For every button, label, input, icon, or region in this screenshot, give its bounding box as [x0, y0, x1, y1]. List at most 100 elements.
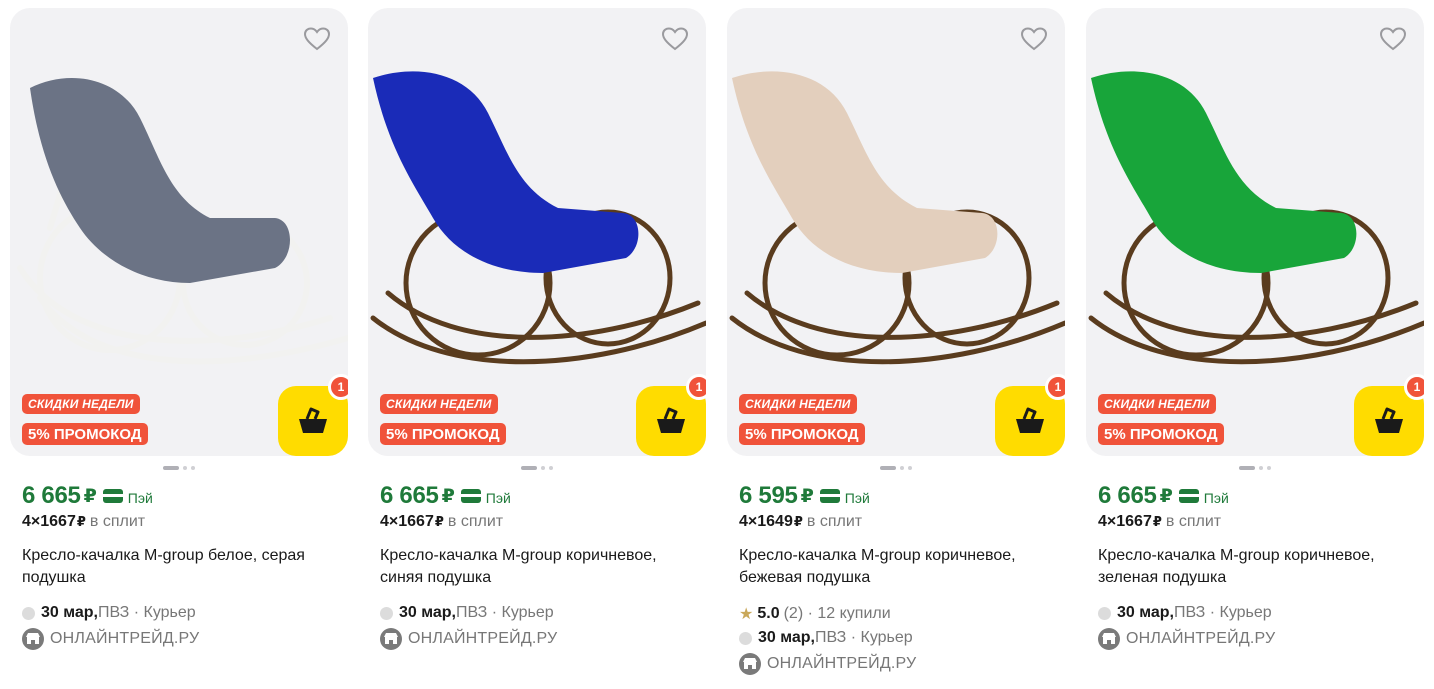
product-card[interactable]: СКИДКИ НЕДЕЛИ 5% ПРОМОКОД 1 6 665 ₽ Пэй … [1086, 8, 1424, 678]
shop-icon [22, 628, 44, 650]
basket-icon [657, 407, 685, 433]
split-row: 4×1667₽ в сплит [380, 513, 503, 531]
card-icon [1178, 489, 1199, 503]
pager-dot-active [521, 466, 537, 470]
price-row: 6 665 ₽ Пэй [1098, 482, 1229, 510]
pay-label: Пэй [1203, 489, 1229, 506]
split-label: в сплит [806, 513, 863, 530]
shop-icon [739, 653, 761, 675]
delivery-date: 30 мар, [1117, 604, 1174, 621]
product-title[interactable]: Кресло-качалка M-group коричневое, бежев… [739, 545, 1061, 589]
promo-code-badge: 5% ПРОМОКОД [380, 423, 506, 445]
currency: ₽ [83, 485, 97, 507]
weekly-discount-badge: СКИДКИ НЕДЕЛИ [22, 394, 140, 414]
add-to-cart-button[interactable]: 1 [278, 374, 348, 456]
delivery-row: 30 мар, ПВЗ · Курьер [380, 604, 554, 622]
add-to-cart-button[interactable]: 1 [1354, 374, 1424, 456]
product-image [370, 71, 706, 365]
product-card[interactable]: СКИДКИ НЕДЕЛИ 5% ПРОМОКОД 1 6 665 ₽ Пэй … [368, 8, 706, 678]
delivery-row: 30 мар, ПВЗ · Курьер [739, 629, 913, 647]
pager-dot [1267, 466, 1271, 470]
price-row: 6 595 ₽ Пэй [739, 482, 870, 510]
split-row: 4×1649₽ в сплит [739, 513, 862, 531]
image-pager-dots[interactable] [10, 466, 348, 470]
delivery-date: 30 мар, [758, 629, 815, 646]
cart-count-badge: 1 [1045, 374, 1065, 400]
product-title[interactable]: Кресло-качалка M-group белое, серая поду… [22, 545, 344, 589]
pager-dot-active [163, 466, 179, 470]
shop-icon [1098, 628, 1120, 650]
pager-dot [549, 466, 553, 470]
cart-count-badge: 1 [686, 374, 706, 400]
pager-dot [900, 466, 904, 470]
price-row: 6 665 ₽ Пэй [380, 482, 511, 510]
delivery-options: ПВЗ · Курьер [97, 604, 196, 621]
delivery-dot-icon [22, 606, 35, 620]
product-card[interactable]: СКИДКИ НЕДЕЛИ 5% ПРОМОКОД 1 6 595 ₽ Пэй … [727, 8, 1065, 678]
price: 6 595 [739, 482, 798, 509]
product-photo[interactable]: СКИДКИ НЕДЕЛИ 5% ПРОМОКОД 1 [368, 8, 706, 456]
shop-row[interactable]: ОНЛАЙНТРЕЙД.РУ [1098, 628, 1275, 650]
add-to-cart-button[interactable]: 1 [636, 374, 706, 456]
split-value: 4×1649 [739, 513, 793, 530]
split-currency: ₽ [793, 514, 803, 529]
pay-label: Пэй [844, 489, 870, 506]
badges: СКИДКИ НЕДЕЛИ 5% ПРОМОКОД [1098, 394, 1224, 445]
shop-row[interactable]: ОНЛАЙНТРЕЙД.РУ [380, 628, 557, 650]
card-icon [819, 489, 840, 503]
product-photo[interactable]: СКИДКИ НЕДЕЛИ 5% ПРОМОКОД 1 [1086, 8, 1424, 456]
image-pager-dots[interactable] [368, 466, 706, 470]
favorite-heart-icon[interactable] [1019, 24, 1049, 54]
shop-row[interactable]: ОНЛАЙНТРЕЙД.РУ [739, 653, 916, 675]
product-title[interactable]: Кресло-качалка M-group коричневое, синяя… [380, 545, 702, 589]
split-currency: ₽ [434, 514, 444, 529]
split-label: в сплит [447, 513, 504, 530]
image-pager-dots[interactable] [727, 466, 1065, 470]
add-to-cart-button[interactable]: 1 [995, 374, 1065, 456]
pager-dot-active [1239, 466, 1255, 470]
split-currency: ₽ [1152, 514, 1162, 529]
delivery-date: 30 мар, [399, 604, 456, 621]
product-image [729, 71, 1065, 365]
split-row: 4×1667₽ в сплит [22, 513, 145, 531]
shop-row[interactable]: ОНЛАЙНТРЕЙД.РУ [22, 628, 199, 650]
shop-name[interactable]: ОНЛАЙНТРЕЙД.РУ [767, 655, 916, 673]
promo-code-badge: 5% ПРОМОКОД [1098, 423, 1224, 445]
rating-value: 5.0 [757, 605, 780, 622]
cart-count-badge: 1 [1404, 374, 1424, 400]
badges: СКИДКИ НЕДЕЛИ 5% ПРОМОКОД [739, 394, 865, 445]
weekly-discount-badge: СКИДКИ НЕДЕЛИ [739, 394, 857, 414]
product-card[interactable]: СКИДКИ НЕДЕЛИ 5% ПРОМОКОД 1 6 665 ₽ Пэй … [10, 8, 348, 678]
delivery-row: 30 мар, ПВЗ · Курьер [1098, 604, 1272, 622]
delivery-options: ПВЗ · Курьер [1173, 604, 1272, 621]
favorite-heart-icon[interactable] [302, 24, 332, 54]
currency: ₽ [800, 485, 814, 507]
card-icon [102, 489, 123, 503]
product-title[interactable]: Кресло-качалка M-group коричневое, зелен… [1098, 545, 1420, 589]
pay-label: Пэй [485, 489, 511, 506]
split-value: 4×1667 [1098, 513, 1152, 530]
product-photo[interactable]: СКИДКИ НЕДЕЛИ 5% ПРОМОКОД 1 [10, 8, 348, 456]
shop-name[interactable]: ОНЛАЙНТРЕЙД.РУ [50, 630, 199, 648]
shop-name[interactable]: ОНЛАЙНТРЕЙД.РУ [1126, 630, 1275, 648]
product-photo[interactable]: СКИДКИ НЕДЕЛИ 5% ПРОМОКОД 1 [727, 8, 1065, 456]
pager-dot [183, 466, 187, 470]
price: 6 665 [22, 482, 81, 509]
currency: ₽ [441, 485, 455, 507]
currency: ₽ [1159, 485, 1173, 507]
pager-dot [1259, 466, 1263, 470]
split-value: 4×1667 [22, 513, 76, 530]
pager-dot-active [880, 466, 896, 470]
weekly-discount-badge: СКИДКИ НЕДЕЛИ [380, 394, 498, 414]
star-icon: ★ [739, 606, 754, 623]
image-pager-dots[interactable] [1086, 466, 1424, 470]
favorite-heart-icon[interactable] [660, 24, 690, 54]
pager-dot [908, 466, 912, 470]
favorite-heart-icon[interactable] [1378, 24, 1408, 54]
shop-name[interactable]: ОНЛАЙНТРЕЙД.РУ [408, 630, 557, 648]
split-label: в сплит [1165, 513, 1222, 530]
card-icon [460, 489, 481, 503]
rating-row[interactable]: ★ 5.0 (2) · 12 купили [739, 604, 891, 624]
price: 6 665 [380, 482, 439, 509]
pager-dot [541, 466, 545, 470]
